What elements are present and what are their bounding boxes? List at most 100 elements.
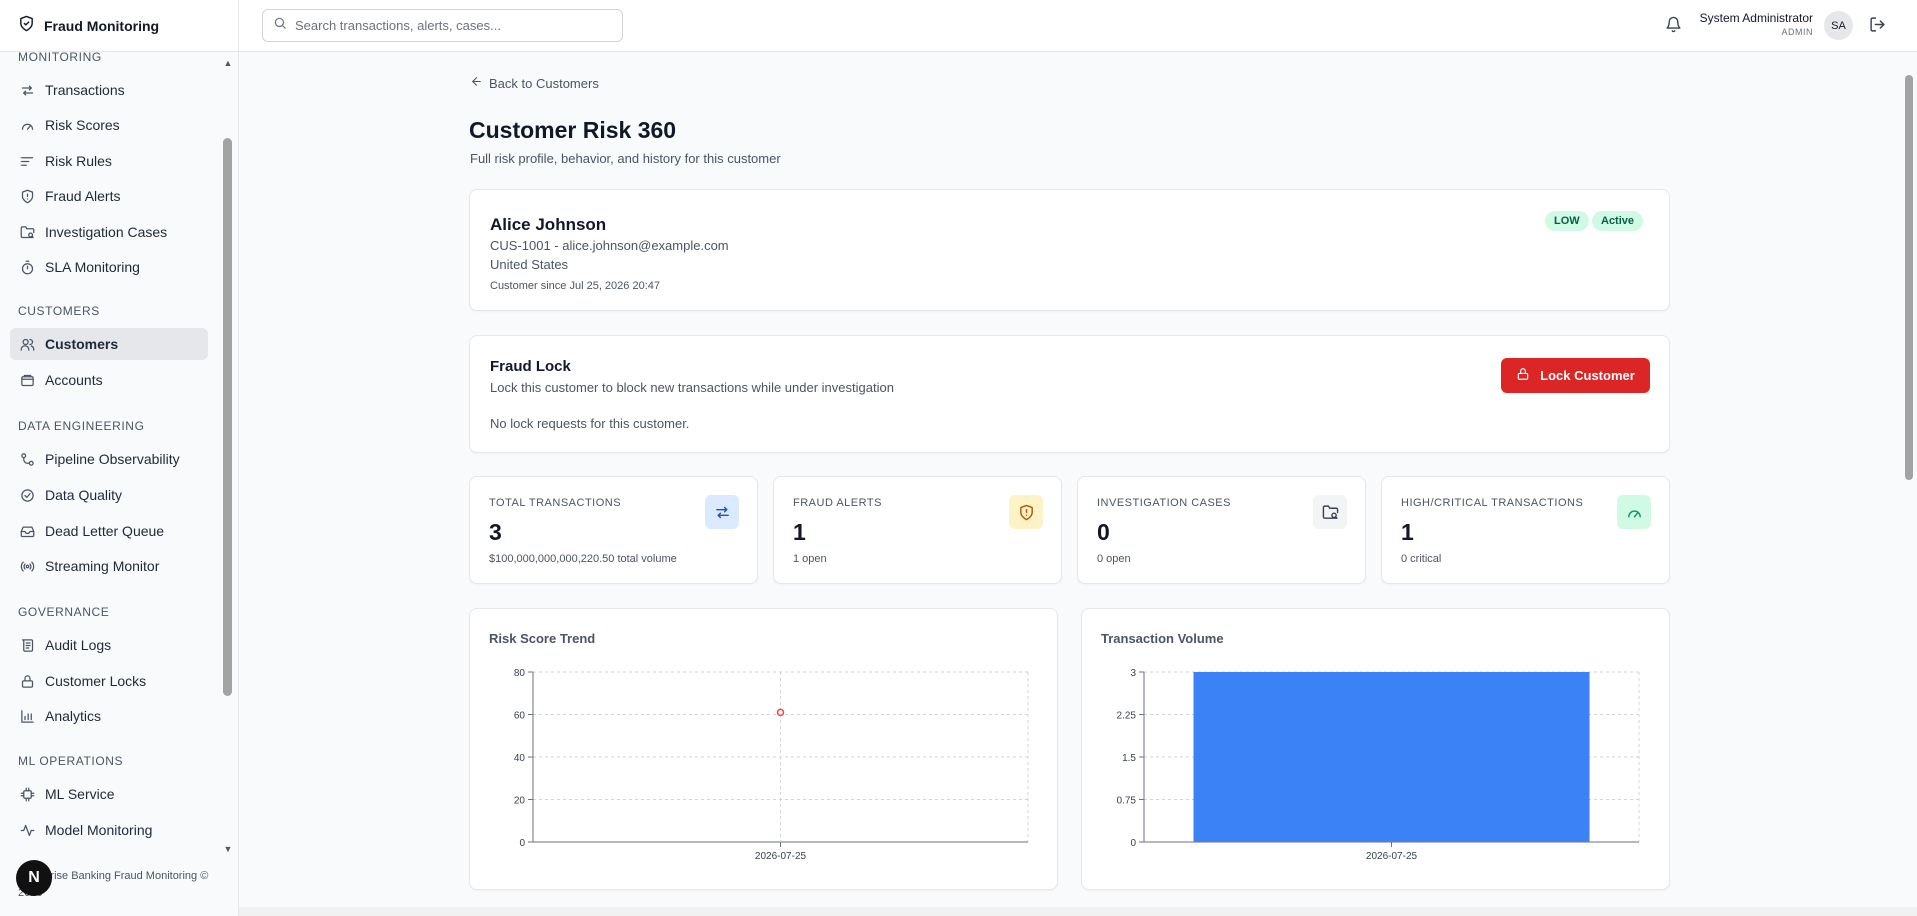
data-point <box>776 708 785 717</box>
sidebar-item-label: ML Service <box>45 786 115 802</box>
risk-score-trend-chart: 0 20 40 60 80 2026-07-25 <box>514 668 1029 862</box>
shield-alert-icon <box>19 188 35 204</box>
stat-card-high-critical-transactions: HIGH/CRITICAL TRANSACTIONS 1 0 critical <box>1381 476 1670 584</box>
sidebar-item-label: SLA Monitoring <box>45 259 140 275</box>
main-scrollbar[interactable] <box>1900 52 1917 907</box>
sidebar-item-pipeline-observability[interactable]: Pipeline Observability <box>10 443 208 475</box>
sidebar-item-label: Pipeline Observability <box>45 451 180 467</box>
search-icon <box>273 16 287 35</box>
sidebar-item-label: Customer Locks <box>45 673 147 689</box>
sidebar-item-label: Data Quality <box>45 487 123 503</box>
x-tick-label: 2026-07-25 <box>1366 851 1418 862</box>
back-to-customers-link[interactable]: Back to Customers <box>470 75 599 91</box>
timer-icon <box>19 259 35 275</box>
sidebar-item-sla-monitoring[interactable]: SLA Monitoring <box>10 251 208 283</box>
y-tick-label: 20 <box>514 796 526 807</box>
check-circle-icon <box>19 487 35 503</box>
sidebar-item-label: Audit Logs <box>45 637 112 653</box>
lock-customer-button[interactable]: Lock Customer <box>1501 358 1650 393</box>
lock-icon <box>19 673 35 689</box>
y-tick-label: 0 <box>519 838 525 849</box>
sidebar-item-streaming-monitor[interactable]: Streaming Monitor <box>10 550 208 582</box>
horizontal-scrollbar[interactable] <box>239 907 1917 916</box>
user-name: System Administrator <box>1699 11 1813 25</box>
scroll-up-arrow-icon[interactable]: ▲ <box>222 58 234 68</box>
page-title: Customer Risk 360 <box>469 117 677 143</box>
search-input[interactable] <box>295 18 605 33</box>
sidebar-item-label: Risk Rules <box>45 153 112 169</box>
arrows-exchange-icon <box>19 82 35 98</box>
transaction-volume-card: Transaction Volume 0 0.75 1.5 2.25 3 2026-07-… <box>1081 608 1670 890</box>
stat-subtext: 0 open <box>1097 553 1131 565</box>
sidebar-item-ml-service[interactable]: ML Service <box>10 778 208 810</box>
logout-icon[interactable] <box>1869 16 1886 38</box>
cpu-icon <box>19 786 35 802</box>
sidebar-item-model-monitoring[interactable]: Model Monitoring <box>10 814 208 846</box>
y-tick-label: 40 <box>514 753 526 764</box>
y-tick-label: 60 <box>514 711 526 722</box>
users-icon <box>19 336 35 352</box>
sidebar-scroll-thumb[interactable] <box>223 138 232 696</box>
app-title: Fraud Monitoring <box>44 17 160 34</box>
sidebar-item-label: Investigation Cases <box>45 224 168 240</box>
nav-section-title: MONITORING <box>18 52 102 64</box>
stat-label: FRAUD ALERTS <box>793 497 882 509</box>
activity-icon <box>19 822 35 838</box>
nav-section-title: ML OPERATIONS <box>18 754 124 768</box>
stat-card-total-transactions: TOTAL TRANSACTIONS 3 $100,000,000,000,220.… <box>469 476 758 584</box>
sidebar-nav: MONITORING Transactions Risk Scores Risk Ru… <box>0 52 222 858</box>
sidebar-item-dead-letter-queue[interactable]: Dead Letter Queue <box>10 515 208 547</box>
risk-level-badge: LOW <box>1545 211 1589 231</box>
nav-section-title: GOVERNANCE <box>18 605 110 619</box>
fraud-lock-description: Lock this customer to block new transact… <box>490 380 894 395</box>
topbar: System Administrator ADMIN SA <box>239 0 1917 52</box>
stat-card-fraud-alerts: FRAUD ALERTS 1 1 open <box>773 476 1062 584</box>
sidebar-item-label: Model Monitoring <box>45 822 153 838</box>
sidebar-item-transactions[interactable]: Transactions <box>10 74 208 106</box>
lock-icon <box>1516 367 1530 384</box>
arrows-exchange-icon <box>705 495 739 529</box>
shield-check-icon <box>18 15 35 37</box>
customer-name: Alice Johnson <box>490 215 607 234</box>
brand[interactable]: Fraud Monitoring <box>0 0 238 52</box>
stat-subtext: $100,000,000,000,220.50 total volume <box>489 553 677 565</box>
workflow-icon <box>19 451 35 467</box>
customer-profile-card: Alice Johnson CUS-1001 - alice.johnson@e… <box>469 189 1670 311</box>
wallet-icon <box>19 372 35 388</box>
nav-section-title: CUSTOMERS <box>18 304 100 318</box>
y-tick-label: 0.75 <box>1117 796 1137 807</box>
y-tick-label: 2.25 <box>1117 711 1137 722</box>
stat-card-investigation-cases: INVESTIGATION CASES 0 0 open <box>1077 476 1366 584</box>
avatar[interactable]: SA <box>1824 11 1853 40</box>
main-scroll-thumb[interactable] <box>1905 75 1913 480</box>
sidebar-item-risk-scores[interactable]: Risk Scores <box>10 109 208 141</box>
user-info[interactable]: System Administrator ADMIN <box>1663 11 1813 37</box>
scroll-down-arrow-icon[interactable]: ▼ <box>222 844 234 854</box>
sidebar-item-customers[interactable]: Customers <box>10 328 208 360</box>
customer-id-email: CUS-1001 - alice.johnson@example.com <box>490 238 729 253</box>
sidebar-item-customer-locks[interactable]: Customer Locks <box>10 665 208 697</box>
transaction-volume-chart: 0 0.75 1.5 2.25 3 2026-07-25 <box>1117 668 1640 862</box>
stat-label: TOTAL TRANSACTIONS <box>489 497 622 509</box>
status-badge: Active <box>1592 211 1644 231</box>
customer-since: Customer since Jul 25, 2026 20:47 <box>490 280 660 292</box>
arrow-left-icon <box>470 75 483 91</box>
sidebar-item-label: Analytics <box>45 708 102 724</box>
radio-icon <box>19 558 35 574</box>
sidebar-item-investigation-cases[interactable]: Investigation Cases <box>10 216 208 248</box>
n-logo-button[interactable]: N <box>16 860 52 896</box>
sidebar-scrollbar[interactable]: ▲ ▼ <box>222 52 234 858</box>
sidebar-item-risk-rules[interactable]: Risk Rules <box>10 145 208 177</box>
stat-value: 3 <box>489 519 502 545</box>
sidebar-item-audit-logs[interactable]: Audit Logs <box>10 629 208 661</box>
search-box[interactable] <box>262 9 623 42</box>
sidebar-item-accounts[interactable]: Accounts <box>10 364 208 396</box>
sidebar-item-label: Dead Letter Queue <box>45 523 165 539</box>
fraud-lock-card: Fraud Lock Lock this customer to block n… <box>469 335 1670 453</box>
sidebar-item-fraud-alerts[interactable]: Fraud Alerts <box>10 180 208 212</box>
sidebar: Fraud Monitoring MONITORING Transactions R… <box>0 0 239 916</box>
risk-score-trend-card: Risk Score Trend 0 20 40 60 80 2026-07-25 <box>469 608 1058 890</box>
sidebar-item-data-quality[interactable]: Data Quality <box>10 479 208 511</box>
back-label: Back to Customers <box>489 75 599 91</box>
sidebar-item-analytics[interactable]: Analytics <box>10 700 208 732</box>
